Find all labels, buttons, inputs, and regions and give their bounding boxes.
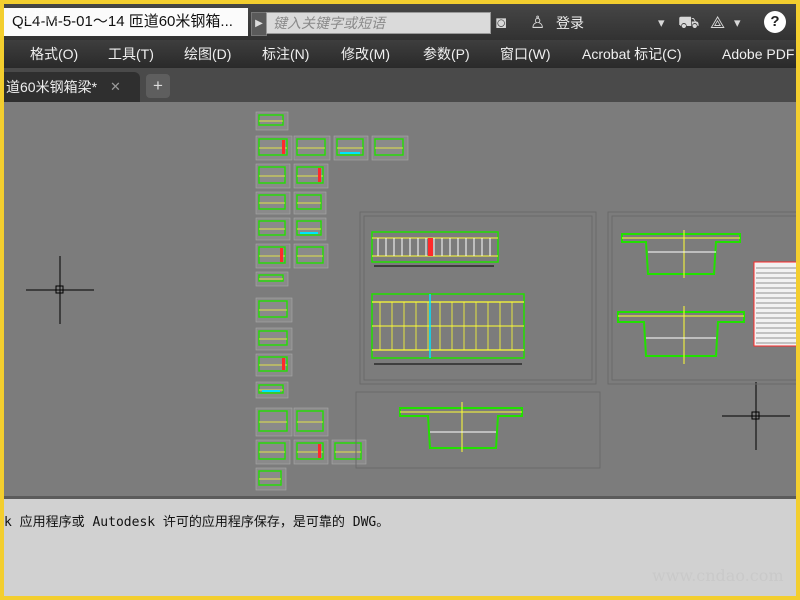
cross-section-bottom	[399, 402, 523, 452]
search-input[interactable]: 键入关键字或短语	[266, 12, 491, 34]
menu-modify[interactable]: 修改(M)	[341, 40, 390, 68]
thumbnail-mark	[280, 248, 283, 262]
cad-drawing-svg	[26, 111, 796, 491]
sheet-frame-cross-section	[355, 391, 601, 469]
help-button[interactable]: ?	[764, 11, 786, 33]
menu-format[interactable]: 格式(O)	[30, 40, 78, 68]
thumbnail-mark	[282, 358, 285, 370]
menu-tools[interactable]: 工具(T)	[108, 40, 154, 68]
menu-parameters[interactable]: 参数(P)	[423, 40, 470, 68]
cart-icon[interactable]: ⛟	[678, 12, 699, 34]
tab-active-drawing[interactable]: 道60米钢箱梁* ✕	[4, 72, 140, 102]
user-icon[interactable]: ♙	[530, 12, 545, 34]
exchange-icon[interactable]: ⟁	[710, 12, 725, 34]
autocad-window: QL4-M-5-01～14 匝道60米钢箱... ▶ 键入关键字或短语 ◙ ♙ …	[4, 4, 796, 596]
drawing-canvas[interactable]	[4, 102, 796, 496]
menu-bar: 格式(O) 工具(T) 绘图(D) 标注(N) 修改(M) 参数(P) 窗口(W…	[4, 40, 796, 68]
menu-dimension[interactable]: 标注(N)	[262, 40, 309, 68]
cursor-crosshair-left	[26, 256, 94, 324]
exchange-dropdown-icon[interactable]: ▾	[734, 12, 741, 34]
thumbnail-mark	[282, 140, 285, 154]
thumbnail-mark	[318, 168, 321, 182]
binoculars-icon[interactable]: ◙	[496, 12, 506, 34]
menu-draw[interactable]: 绘图(D)	[184, 40, 231, 68]
thumbnail-mark	[262, 390, 280, 392]
thumbnail-mark	[300, 232, 318, 234]
cursor-crosshair-right	[722, 382, 790, 450]
command-history-text: k 应用程序或 Autodesk 许可的应用程序保存，是可靠的 DWG。	[4, 515, 390, 530]
menu-adobe-pdf[interactable]: Adobe PDF	[722, 40, 794, 68]
title-bar: QL4-M-5-01～14 匝道60米钢箱... ▶ 键入关键字或短语 ◙ ♙ …	[4, 4, 796, 40]
thumbnail-mark	[340, 152, 360, 154]
box-girder-section-top	[621, 230, 741, 278]
material-table	[753, 261, 796, 347]
menu-acrobat-markup[interactable]: Acrobat 标记(C)	[582, 40, 682, 68]
chevron-down-icon[interactable]: ▾	[658, 12, 665, 34]
girder-elevation-top	[371, 231, 499, 267]
girder-plan-view	[371, 293, 525, 365]
add-tab-button[interactable]: +	[146, 74, 170, 98]
sheet-thumbnails	[255, 111, 409, 491]
tab-label: 道60米钢箱梁*	[6, 79, 98, 95]
thumbnail-mark	[318, 444, 321, 458]
search-expand-button[interactable]: ▶	[251, 12, 267, 36]
login-button[interactable]: 登录	[556, 12, 584, 34]
close-icon[interactable]: ✕	[110, 72, 121, 102]
watermark-site: www.cndao.com	[652, 566, 784, 585]
box-girder-section-bottom	[617, 306, 745, 364]
watermark-corner: 笔杆网	[18, 8, 60, 24]
document-tab-bar: 道60米钢箱梁* ✕ +	[4, 68, 796, 102]
menu-window[interactable]: 窗口(W)	[500, 40, 551, 68]
